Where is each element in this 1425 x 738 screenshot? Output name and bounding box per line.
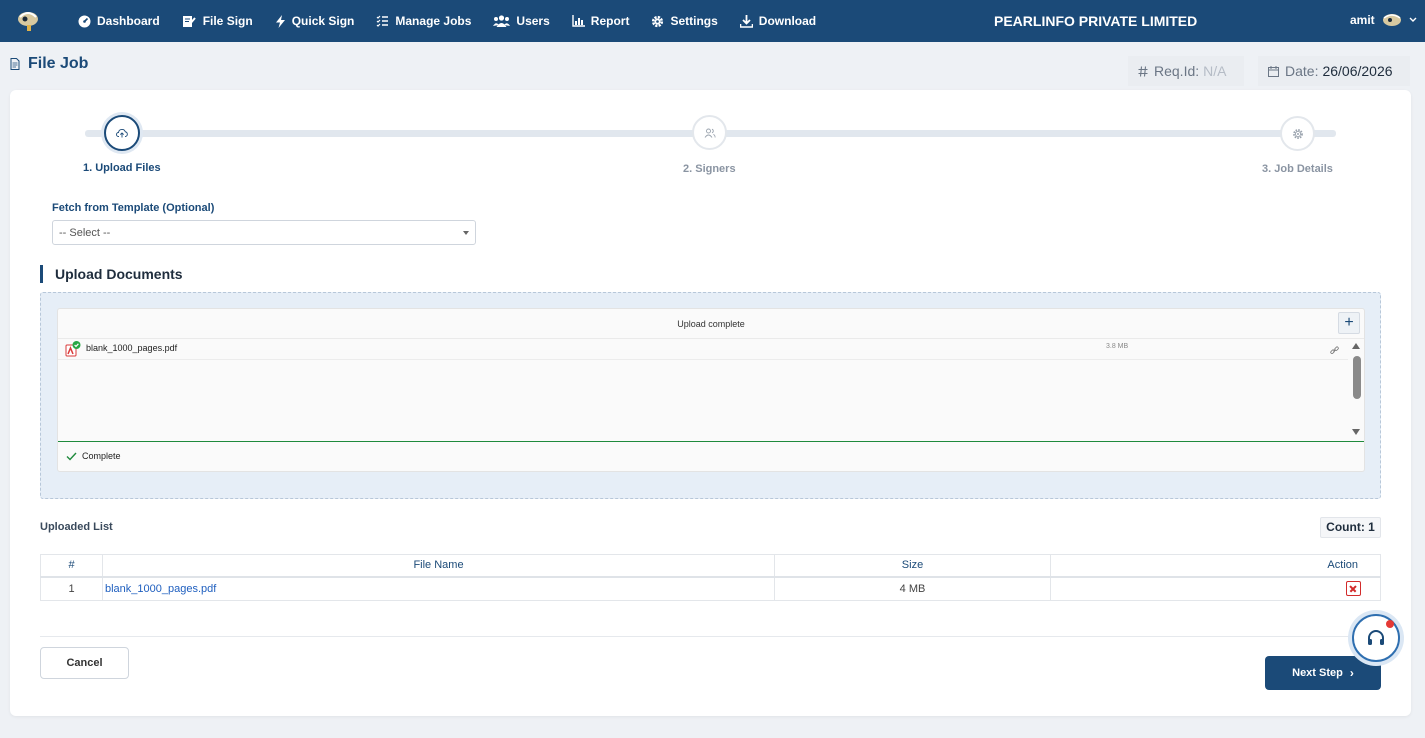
column-header-file-name: File Name <box>102 554 775 578</box>
upload-footer-text: Complete <box>82 451 121 461</box>
gear-icon <box>1292 128 1303 139</box>
upload-file-name: blank_1000_pages.pdf <box>86 343 178 353</box>
upload-status-text: Upload complete <box>677 319 745 329</box>
calendar-icon <box>1268 65 1279 77</box>
column-header-index: # <box>40 554 103 578</box>
step-signers[interactable] <box>692 115 727 150</box>
scroll-down-arrow[interactable] <box>1352 429 1360 435</box>
upload-dashboard: Upload complete + blank_1000_pages.pdf 3… <box>57 308 1365 472</box>
nav-download[interactable]: Download <box>739 14 817 28</box>
lightning-icon <box>275 14 285 28</box>
notification-dot <box>1386 620 1394 628</box>
headset-icon <box>1368 630 1384 645</box>
next-step-button[interactable]: Next Step › <box>1265 656 1381 690</box>
column-header-size: Size <box>774 554 1051 578</box>
company-name: PEARLINFO PRIVATE LIMITED <box>994 13 1198 29</box>
page-title-text: File Job <box>28 55 89 72</box>
chart-icon <box>572 15 585 27</box>
user-menu[interactable]: amit <box>1350 12 1417 28</box>
nav-manage-jobs[interactable]: Manage Jobs <box>376 14 471 28</box>
top-navbar: Dashboard File Sign Quick Sign Manage Jo… <box>0 0 1425 42</box>
step-label-signers: 2. Signers <box>683 163 736 175</box>
step-label-upload-files: 1. Upload Files <box>83 162 161 174</box>
nav-label: File Sign <box>202 14 253 28</box>
upload-dropzone[interactable]: Upload complete + blank_1000_pages.pdf 3… <box>40 292 1381 499</box>
avatar <box>1382 14 1401 26</box>
next-step-label: Next Step <box>1292 667 1343 679</box>
nav-settings[interactable]: Settings <box>651 14 718 28</box>
users-icon <box>704 128 716 138</box>
request-id-value: N/A <box>1203 63 1227 79</box>
download-icon <box>739 14 753 28</box>
upload-cloud-icon <box>116 128 128 138</box>
nav-quick-sign[interactable]: Quick Sign <box>275 14 355 28</box>
chevron-down-icon <box>1409 17 1417 22</box>
chevron-right-icon: › <box>1349 666 1354 680</box>
nav-label: Users <box>516 14 550 28</box>
gear-icon <box>652 15 664 27</box>
row-index: 1 <box>40 576 103 601</box>
uploaded-count-badge: Count: 1 <box>1320 517 1381 538</box>
nav-label: Report <box>590 14 630 28</box>
user-name: amit <box>1350 13 1375 27</box>
request-id-label: Req.Id: <box>1154 63 1200 79</box>
nav-label: Download <box>758 14 817 28</box>
add-more-files-button[interactable]: + <box>1338 312 1360 334</box>
file-sign-icon <box>182 15 196 27</box>
file-job-card: 1. Upload Files 2. Signers 3. Job Detail… <box>10 90 1411 716</box>
upload-file-size: 3.8 MB <box>1106 343 1129 350</box>
table-header-row: # File Name Size Action <box>40 554 1381 578</box>
row-file-size: 4 MB <box>774 576 1051 601</box>
upload-footer-status: Complete <box>66 451 121 461</box>
hash-icon <box>1138 65 1148 77</box>
uploaded-list-title: Uploaded List <box>40 521 113 533</box>
step-label-job-details: 3. Job Details <box>1262 163 1333 175</box>
checkmark-icon <box>66 452 77 461</box>
row-action-cell <box>1050 576 1381 601</box>
uploaded-files-table: # File Name Size Action 1 blank_1000_pag… <box>40 554 1381 601</box>
upload-documents-heading: Upload Documents <box>40 265 183 283</box>
row-file-name-link[interactable]: blank_1000_pages.pdf <box>102 576 775 601</box>
dashboard-icon <box>78 15 91 27</box>
pdf-file-icon <box>65 341 81 357</box>
cancel-button[interactable]: Cancel <box>40 647 129 679</box>
nav-label: Settings <box>670 14 718 28</box>
users-icon <box>493 15 511 27</box>
list-icon <box>376 15 389 27</box>
nav-dashboard[interactable]: Dashboard <box>78 14 160 28</box>
date-value: 26/06/2026 <box>1322 63 1393 79</box>
nav-label: Quick Sign <box>291 14 355 28</box>
nav-label: Dashboard <box>97 14 160 28</box>
nav-label: Manage Jobs <box>395 14 472 28</box>
page-title: File Job <box>10 55 88 73</box>
nav-users[interactable]: Users <box>493 14 550 28</box>
upload-status-header: Upload complete + <box>58 309 1364 339</box>
template-label: Fetch from Template (Optional) <box>52 202 215 214</box>
step-upload-files[interactable] <box>104 115 140 151</box>
caret-down-icon <box>463 231 469 235</box>
app-logo[interactable] <box>14 7 42 33</box>
scrollbar-thumb[interactable] <box>1353 356 1361 399</box>
step-job-details[interactable] <box>1280 116 1315 151</box>
date-label: Date: <box>1285 63 1319 79</box>
job-date: Date: 26/06/2026 <box>1258 56 1410 86</box>
footer-divider <box>40 636 1381 637</box>
nav-report[interactable]: Report <box>572 14 630 28</box>
main-nav: Dashboard File Sign Quick Sign Manage Jo… <box>78 0 838 42</box>
nav-file-sign[interactable]: File Sign <box>182 14 253 28</box>
column-header-action: Action <box>1050 554 1381 578</box>
delete-file-button[interactable] <box>1346 581 1361 597</box>
request-id: Req.Id: N/A <box>1128 56 1244 86</box>
support-chat-button[interactable] <box>1352 614 1400 662</box>
table-row: 1 blank_1000_pages.pdf 4 MB <box>40 576 1381 601</box>
template-selected-value: -- Select -- <box>59 227 111 239</box>
template-select[interactable]: -- Select -- <box>52 220 476 245</box>
link-icon[interactable] <box>1330 346 1339 355</box>
scroll-up-arrow[interactable] <box>1352 343 1360 349</box>
file-icon <box>10 58 20 70</box>
upload-progress-bar <box>58 441 1364 442</box>
uploaded-file-item: blank_1000_pages.pdf 3.8 MB <box>58 339 1348 360</box>
